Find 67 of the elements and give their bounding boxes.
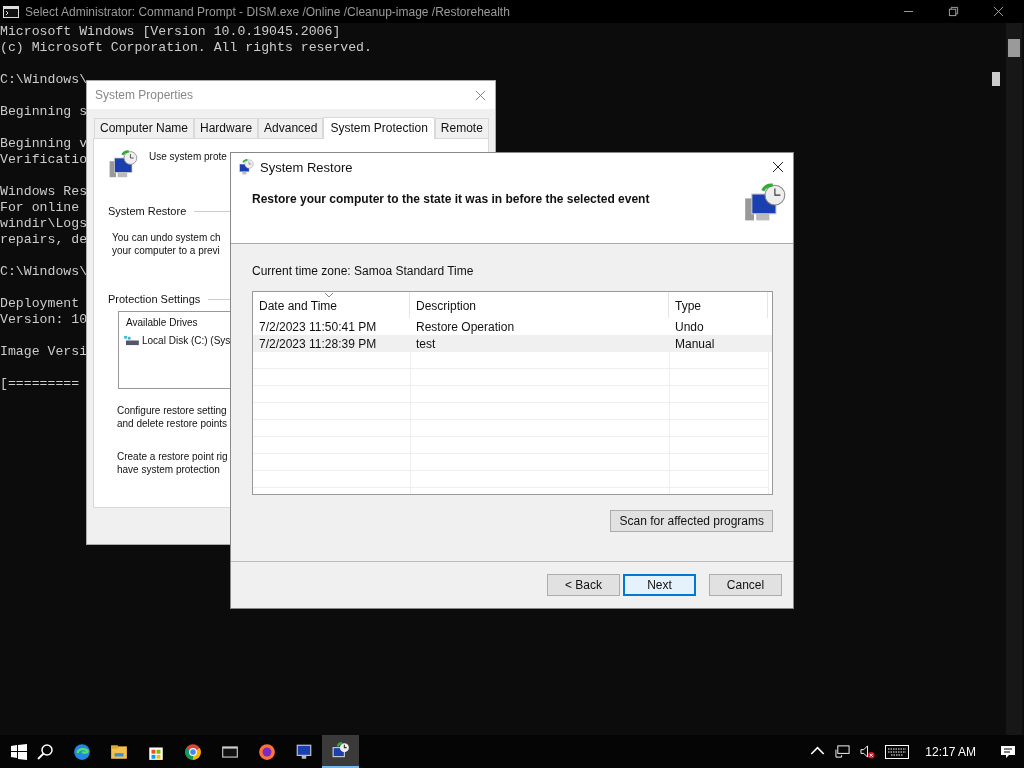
list-item[interactable]: Local Disk (C:) (Sys <box>142 335 231 346</box>
console-line: repairs, de <box>0 232 88 247</box>
description-text: your computer to a previ <box>112 245 220 256</box>
group-label: System Restore <box>108 205 187 217</box>
maximize-icon[interactable] <box>948 6 959 17</box>
network-icon[interactable] <box>835 744 851 759</box>
browser-circle-icon <box>183 742 202 761</box>
console-line: Image Versi <box>0 344 88 359</box>
console-line: Microsoft Windows [Version 10.0.19045.2006] <box>0 24 341 39</box>
tab[interactable]: Hardware <box>194 118 259 138</box>
table-cell: 7/2/2023 11:50:41 PM <box>259 319 377 334</box>
close-icon[interactable] <box>993 6 1004 17</box>
dialog-button[interactable]: Next <box>623 574 696 596</box>
tab[interactable]: Remote <box>434 118 489 138</box>
time-zone-text: Current time zone: Samoa Standard Time <box>252 264 474 278</box>
text-cursor <box>992 72 1000 86</box>
scrollbar[interactable] <box>1006 23 1022 735</box>
monitor-icon <box>294 742 313 761</box>
description-text: Configure restore setting <box>117 405 227 416</box>
table-row[interactable]: 7/2/2023 11:50:41 PM Restore Operation Undo <box>253 318 772 335</box>
console-line: [========= <box>0 376 80 391</box>
console-line: Windows Res <box>0 184 88 199</box>
keyboard-icon[interactable] <box>885 744 910 759</box>
drive-icon <box>124 335 139 346</box>
console-icon <box>3 5 19 18</box>
group-label: Protection Settings <box>108 293 201 305</box>
table-cell: Undo <box>675 319 704 334</box>
table-cell: 7/2/2023 11:28:39 PM <box>259 336 377 351</box>
table-cell: test <box>416 336 436 351</box>
restore-icon <box>331 741 350 760</box>
table-cell: Restore Operation <box>416 319 515 334</box>
console-line: Version: 10 <box>0 312 88 327</box>
description-text: Create a restore point rig <box>117 451 228 462</box>
scan-button[interactable]: Scan for affected programs <box>610 510 773 532</box>
description-text: have system protection <box>117 464 220 475</box>
close-icon[interactable] <box>772 161 784 173</box>
window-title: System Properties <box>95 88 194 102</box>
taskbar-button[interactable] <box>322 735 359 768</box>
description-text: and delete restore points <box>117 418 228 429</box>
description-text: You can undo system ch <box>112 232 221 243</box>
console-line: C:\Windows\ <box>0 72 88 87</box>
console-line: Verificatio <box>0 152 88 167</box>
folder-icon <box>109 742 128 761</box>
console-line: For online <box>0 200 80 215</box>
tab[interactable]: Computer Name <box>94 118 195 138</box>
clock[interactable]: 12:17 AM <box>925 744 976 759</box>
dialog-button[interactable]: < Back <box>547 574 620 596</box>
console-line: Beginning s <box>0 104 88 119</box>
start-icon[interactable] <box>11 743 27 760</box>
restore-icon <box>238 158 255 176</box>
dialog-heading: Restore your computer to the state it was in before the selected event <box>252 192 650 206</box>
console-line: windir\Logs <box>0 216 88 231</box>
description-text: Use system prote <box>149 150 227 162</box>
table-cell: Manual <box>675 336 715 351</box>
table-row[interactable]: 7/2/2023 11:28:39 PM test Manual <box>253 335 772 352</box>
window-title: Select Administrator: Command Prompt - DISM.exe /Online /Cleanup-image /Restorehealth <box>25 4 510 19</box>
volume-muted-icon[interactable] <box>860 744 876 759</box>
notifications-icon[interactable] <box>1000 743 1016 760</box>
search-icon[interactable] <box>37 743 53 760</box>
window-title: System Restore <box>260 159 353 175</box>
dialog-button[interactable]: Cancel <box>709 574 782 596</box>
console-line: Deployment <box>0 296 80 311</box>
column-header[interactable]: Available Drives <box>126 317 198 328</box>
console-line: (c) Microsoft Corporation. All rights reserved. <box>0 40 372 55</box>
console-line: C:\Windows\ <box>0 264 88 279</box>
tab[interactable]: Advanced <box>258 118 324 138</box>
tab[interactable]: System Protection <box>323 117 435 139</box>
